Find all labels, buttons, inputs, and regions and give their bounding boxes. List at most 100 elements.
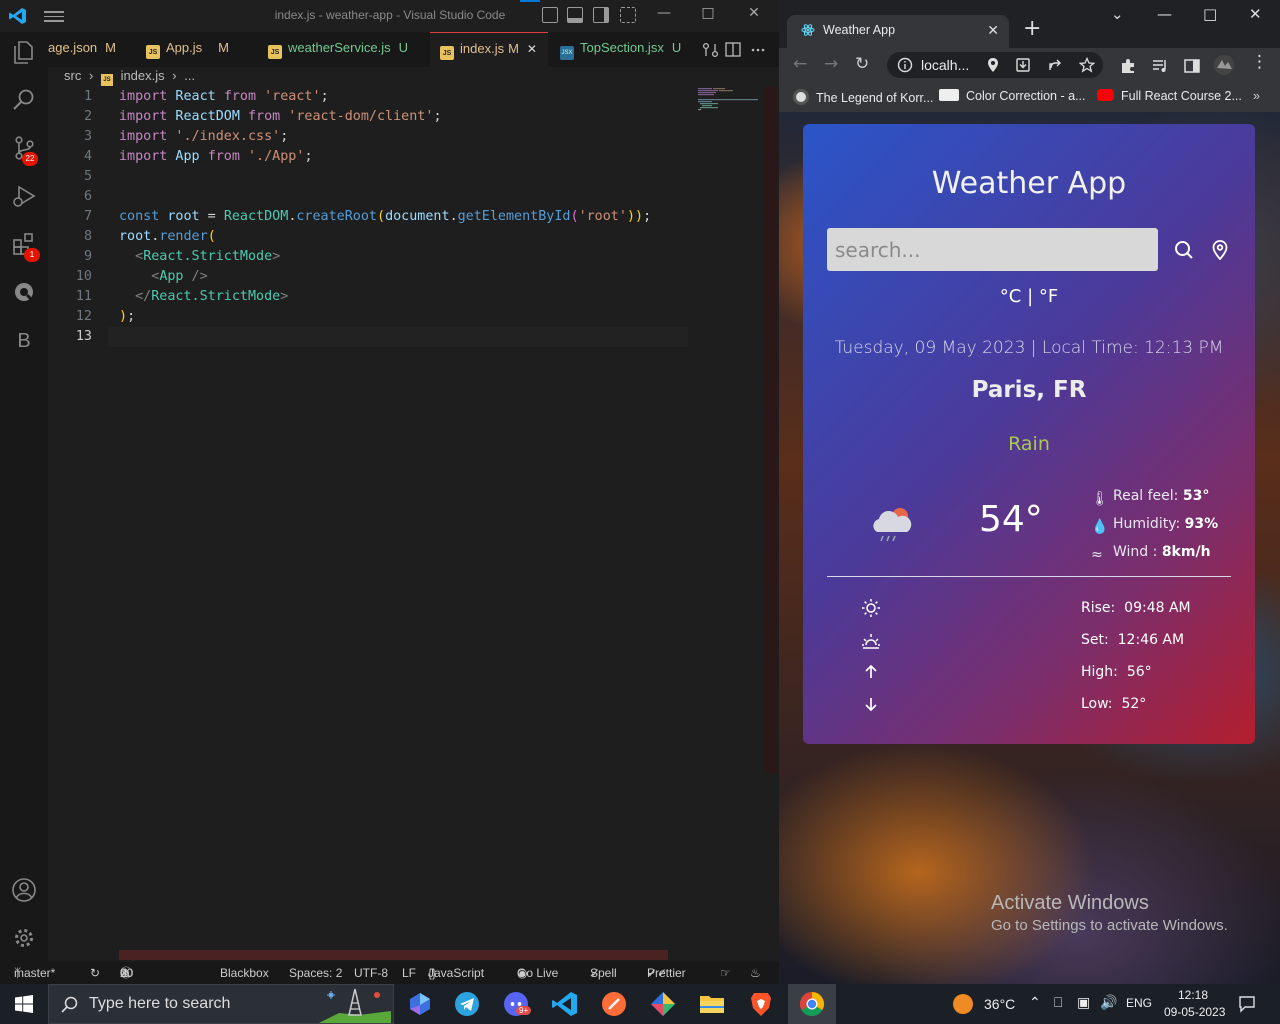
city-search-input[interactable]: search...	[827, 228, 1158, 271]
close-button[interactable]: ✕	[744, 5, 764, 25]
search-icon[interactable]	[1174, 240, 1194, 260]
bookmark-star-icon[interactable]	[1079, 57, 1095, 73]
location-pin-icon[interactable]	[985, 57, 1001, 73]
clock-time[interactable]: 12:18	[1178, 988, 1208, 1002]
customize-layout-icon[interactable]	[620, 7, 636, 23]
bookmark-item[interactable]: Full React Course 2...	[1097, 89, 1242, 103]
breadcrumb-more[interactable]: ...	[184, 68, 195, 83]
location-icon[interactable]	[1211, 240, 1229, 260]
meet-now-icon[interactable]: ⎕	[1054, 994, 1062, 1011]
install-app-icon[interactable]	[1015, 57, 1031, 73]
account-icon[interactable]	[10, 876, 38, 904]
copilot-app-icon[interactable]	[404, 988, 436, 1020]
high-label: High:	[1081, 664, 1118, 680]
language-indicator[interactable]: ENG	[1126, 996, 1152, 1010]
chevron-right-icon: ›	[88, 68, 94, 83]
browser-tab-weather-app[interactable]: Weather App ✕	[787, 15, 1009, 48]
wind-value: 8km/h	[1161, 544, 1211, 560]
encoding-status[interactable]: UTF-8	[354, 962, 388, 984]
tab-index-js[interactable]: JS index.js M ✕	[430, 32, 548, 67]
close-tab-icon[interactable]: ✕	[987, 15, 999, 45]
unit-toggle[interactable]: °C | °F	[803, 286, 1255, 307]
brave-app-icon[interactable]	[745, 988, 777, 1020]
bookmark-item[interactable]: Color Correction - a...	[939, 89, 1085, 103]
bookmark-item[interactable]: The Legend of Korr...	[793, 89, 933, 105]
feedback-icon[interactable]: ☞	[720, 962, 731, 984]
file-explorer-icon[interactable]	[696, 988, 728, 1020]
media-controls-icon[interactable]	[1151, 57, 1169, 75]
close-button[interactable]: ✕	[1249, 5, 1262, 23]
tab-top-section-jsx[interactable]: JSX TopSection.jsx U	[550, 32, 690, 67]
reload-icon[interactable]: ↻	[855, 54, 869, 74]
profile-avatar[interactable]	[1213, 54, 1235, 76]
menu-icon[interactable]	[44, 8, 64, 24]
vscode-app-icon[interactable]	[549, 988, 581, 1020]
share-icon[interactable]	[1047, 57, 1063, 73]
language-label: JavaScript	[428, 966, 485, 980]
windows-start-icon[interactable]	[15, 995, 33, 1013]
discord-app[interactable]: 9+	[500, 988, 532, 1020]
manage-gear-icon[interactable]	[10, 924, 38, 952]
tab-search-chevron-icon[interactable]: ⌄	[1111, 5, 1124, 23]
more-actions-icon[interactable]	[751, 48, 765, 52]
extensions-puzzle-icon[interactable]	[1119, 57, 1137, 75]
search-icon	[61, 996, 78, 1013]
horizontal-scrollbar[interactable]	[119, 950, 668, 960]
minimize-button[interactable]: —	[654, 5, 674, 25]
scm-badge: 22	[22, 152, 38, 166]
new-tab-button[interactable]: +	[1023, 16, 1041, 41]
sync-icon[interactable]: ↻	[90, 962, 100, 984]
taskbar-temperature[interactable]: 36°C	[984, 996, 1015, 1012]
postman-app-icon[interactable]	[598, 988, 630, 1020]
more-bookmarks-icon[interactable]: »	[1253, 89, 1260, 103]
weather-sun-icon[interactable]	[952, 993, 974, 1015]
taskbar-search-box[interactable]: Type here to search	[48, 984, 394, 1024]
chrome-app-icon[interactable]	[796, 988, 828, 1020]
clock-date[interactable]: 09-05-2023	[1164, 1005, 1225, 1019]
forward-arrow-icon[interactable]: →	[824, 54, 838, 74]
tab-weather-service-js[interactable]: JS weatherService.js U	[258, 32, 426, 67]
maximize-button[interactable]: □	[698, 5, 718, 25]
close-tab-icon[interactable]: ✕	[527, 42, 537, 56]
weather-card: Weather App search... °C | °F Tuesday, 0…	[803, 124, 1255, 744]
gitlens-icon[interactable]	[10, 278, 38, 306]
volume-icon[interactable]: 🔊	[1100, 994, 1117, 1011]
compare-changes-icon[interactable]	[702, 42, 719, 58]
split-editor-icon[interactable]	[725, 42, 741, 57]
title-progress-indicator	[520, 0, 540, 2]
chevron-up-icon[interactable]: ⌃	[1029, 994, 1041, 1011]
sourcetree-app-icon[interactable]	[647, 988, 679, 1020]
run-debug-icon[interactable]	[10, 182, 38, 210]
toggle-secondary-sidebar-icon[interactable]	[593, 7, 609, 23]
tab-app-js[interactable]: JS App.js M	[136, 32, 246, 67]
network-icon[interactable]: ▣	[1077, 994, 1090, 1011]
notifications-bell-icon[interactable]: ♨	[750, 962, 761, 984]
toggle-panel-icon[interactable]	[567, 7, 583, 23]
address-bar[interactable]: localh...	[887, 52, 1103, 78]
blackbox-icon[interactable]: B	[10, 330, 38, 358]
line-number: 13	[75, 329, 92, 344]
blackbox-status[interactable]: Blackbox	[220, 962, 269, 984]
tab-package-json[interactable]: age.json M	[38, 32, 130, 67]
eol-status[interactable]: LF	[402, 962, 416, 984]
notification-center-icon[interactable]	[1238, 995, 1256, 1013]
minimize-button[interactable]: —	[1157, 5, 1172, 23]
breadcrumb-folder[interactable]: src	[64, 68, 81, 83]
breadcrumb-file[interactable]: index.js	[121, 68, 165, 83]
toggle-sidebar-icon[interactable]	[542, 7, 558, 23]
tab-status: M	[508, 41, 519, 56]
browser-menu-icon[interactable]: ⋮	[1251, 52, 1268, 72]
vertical-scrollbar[interactable]	[763, 87, 777, 773]
back-arrow-icon[interactable]: ←	[793, 54, 807, 74]
side-panel-icon[interactable]	[1183, 57, 1201, 75]
site-info-icon[interactable]	[897, 57, 913, 73]
minimap[interactable]	[698, 87, 762, 117]
search-icon[interactable]	[10, 86, 38, 114]
telegram-app-icon[interactable]	[451, 988, 483, 1020]
code-editor[interactable]: 1 import React from 'react'; 2 import Reac…	[48, 87, 779, 962]
maximize-button[interactable]: □	[1203, 5, 1217, 23]
explorer-icon[interactable]	[10, 38, 38, 66]
weather-condition: Rain	[1008, 433, 1050, 455]
vscode-logo-icon	[9, 8, 26, 24]
indentation-status[interactable]: Spaces: 2	[289, 962, 342, 984]
